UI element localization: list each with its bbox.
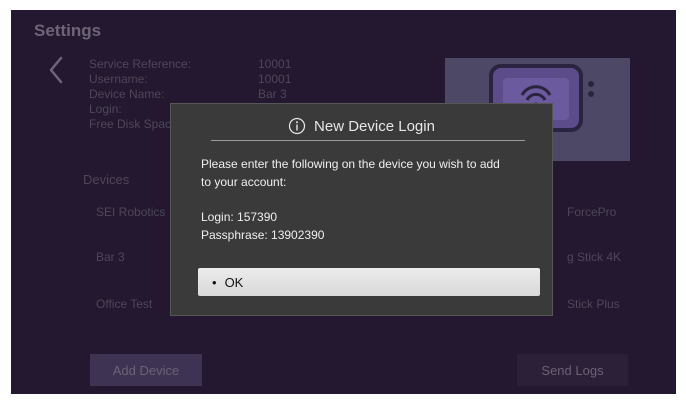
- login-label: Login:: [89, 102, 122, 116]
- free-disk-space-label: Free Disk Spac: [89, 117, 172, 131]
- device-item[interactable]: ForcePro: [567, 205, 616, 219]
- back-button[interactable]: [43, 54, 69, 86]
- chevron-left-icon: [49, 56, 63, 84]
- add-device-button[interactable]: Add Device: [90, 354, 202, 386]
- username-value: 10001: [258, 72, 292, 86]
- dialog-message-line-1: Please enter the following on the device…: [201, 157, 500, 171]
- device-item[interactable]: g Stick 4K: [567, 250, 621, 264]
- device-name-label: Device Name:: [89, 87, 165, 101]
- device-name-value: Bar 3: [258, 87, 287, 101]
- send-logs-button[interactable]: Send Logs: [517, 354, 628, 386]
- device-item[interactable]: Stick Plus: [567, 297, 620, 311]
- devices-heading: Devices: [83, 172, 130, 187]
- device-item[interactable]: SEI Robotics: [96, 205, 165, 219]
- new-device-login-dialog: New Device Login Please enter the follow…: [170, 103, 553, 316]
- page-title: Settings: [34, 21, 102, 40]
- service-reference-label: Service Reference:: [89, 57, 192, 71]
- passphrase-code: Passphrase: 13902390: [201, 228, 325, 242]
- username-label: Username:: [89, 72, 148, 86]
- service-reference-value: 10001: [258, 57, 292, 71]
- login-code: Login: 157390: [201, 210, 278, 224]
- dialog-divider: [211, 140, 525, 141]
- ok-label: OK: [224, 274, 244, 290]
- ok-button[interactable]: • OK: [198, 268, 540, 296]
- dialog-message-line-2: to your account:: [201, 175, 287, 189]
- dialog-title: New Device Login: [314, 117, 435, 135]
- device-item[interactable]: Office Test: [96, 297, 152, 311]
- info-icon: [288, 117, 306, 135]
- dialog-header: New Device Login: [171, 115, 552, 137]
- device-item[interactable]: Bar 3: [96, 250, 125, 264]
- ok-bullet: •: [212, 274, 217, 290]
